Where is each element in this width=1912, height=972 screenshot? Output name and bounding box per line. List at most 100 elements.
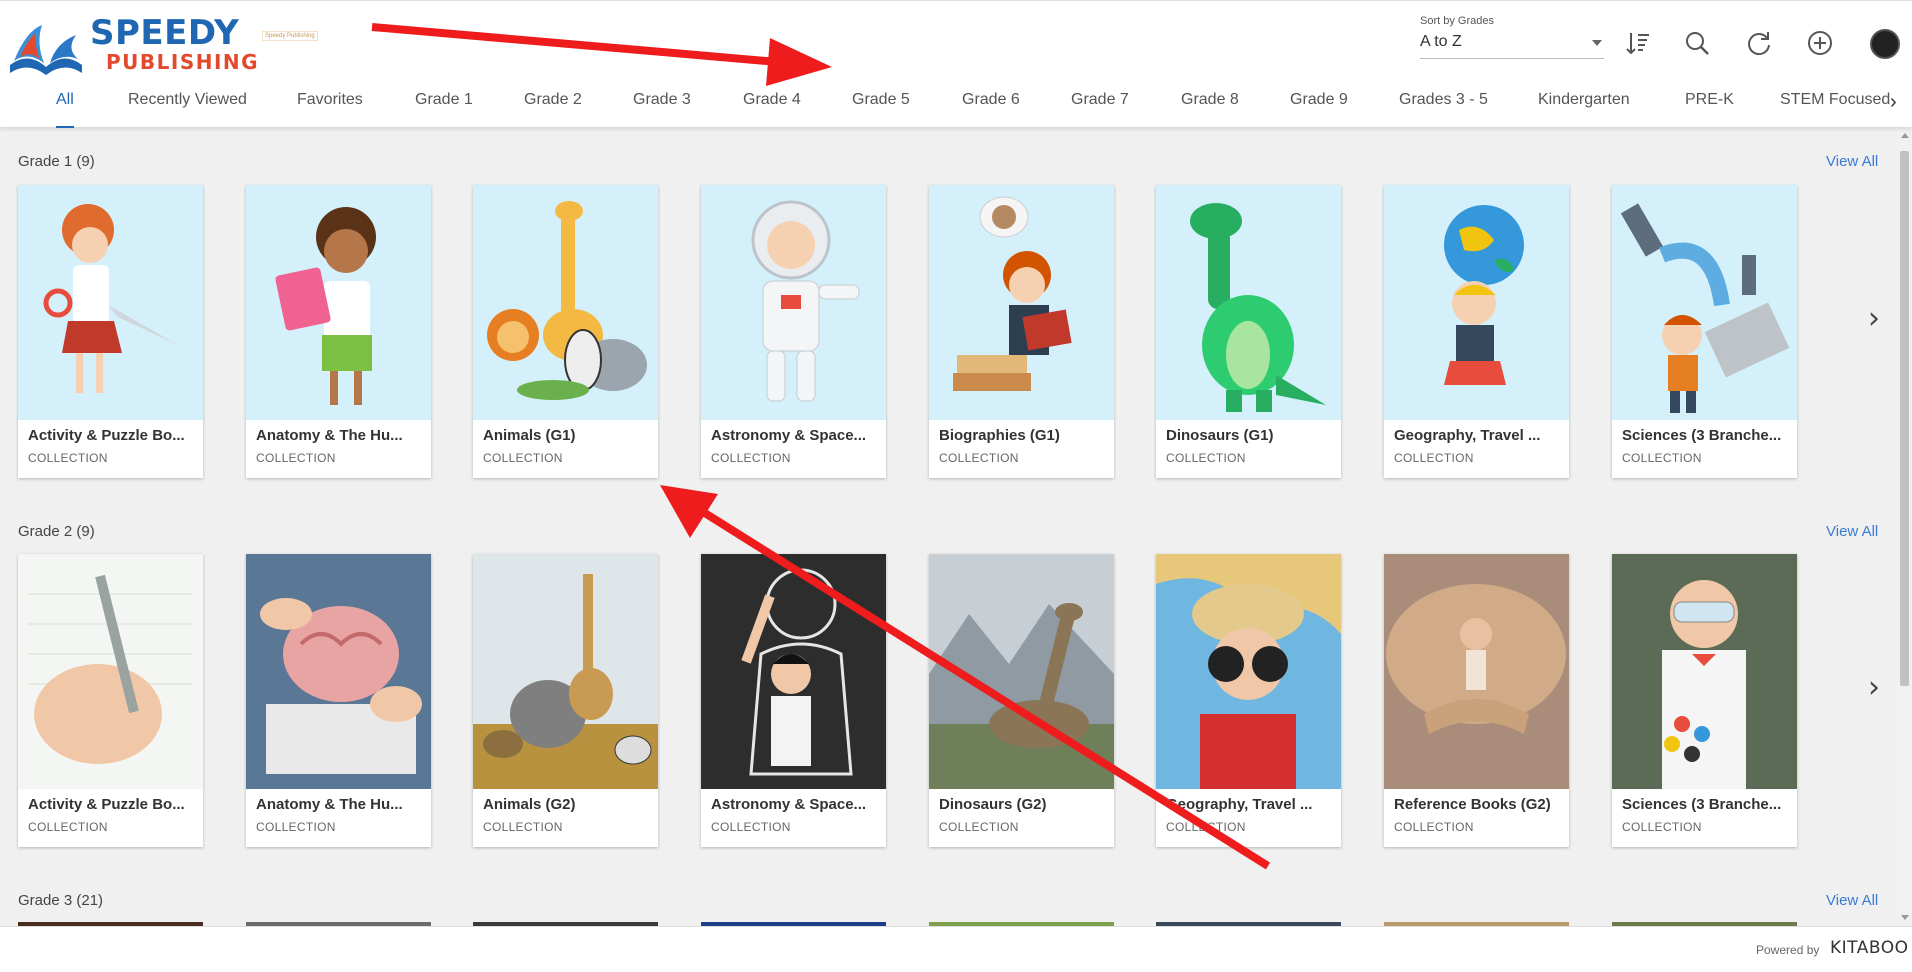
card-title: Geography, Travel ... — [1166, 796, 1313, 813]
tab-grade-3[interactable]: Grade 3 — [633, 91, 691, 128]
card-title: Dinosaurs (G2) — [939, 796, 1047, 813]
tab-recently-viewed[interactable]: Recently Viewed — [128, 91, 247, 128]
tab-grade-9[interactable]: Grade 9 — [1290, 91, 1348, 128]
collection-card[interactable]: Anatomy & The Hu... COLLECTION — [246, 554, 431, 847]
card-type: COLLECTION — [939, 820, 1019, 834]
card-type: COLLECTION — [1622, 451, 1702, 465]
collection-card[interactable]: Astronomy & Space... COLLECTION — [701, 185, 886, 478]
card-title: Astronomy & Space... — [711, 427, 867, 444]
collection-card[interactable]: Activity & Puzzle Bo... COLLECTION — [18, 554, 203, 847]
tab-grade-5[interactable]: Grade 5 — [852, 91, 910, 128]
cover-image-hand-pencil — [18, 554, 203, 789]
tab-grade-1[interactable]: Grade 1 — [415, 91, 473, 128]
card-title: Sciences (3 Branche... — [1622, 427, 1782, 444]
collection-card[interactable]: Animals (G1) COLLECTION — [473, 185, 658, 478]
scroll-down-icon[interactable] — [1901, 915, 1909, 920]
tab-grades-3-5[interactable]: Grades 3 - 5 — [1399, 91, 1488, 128]
tab-grade-7[interactable]: Grade 7 — [1071, 91, 1129, 128]
card-title: Animals (G2) — [483, 796, 576, 813]
cover-image-savanna-animals — [473, 554, 658, 789]
tab-favorites[interactable]: Favorites — [297, 91, 363, 128]
section-title: Grade 3 (21) — [18, 892, 104, 909]
cover-image-girl-scissors — [18, 185, 203, 420]
card-title: Geography, Travel ... — [1394, 427, 1541, 444]
sort-dropdown[interactable]: Sort by Grades A to Z — [1420, 15, 1604, 59]
cover-image-microscope — [1612, 185, 1797, 420]
card-type: COLLECTION — [711, 820, 791, 834]
footer: Powered by KITABOO — [0, 926, 1912, 972]
card-title: Astronomy & Space... — [711, 796, 867, 813]
logo-line-1: SPEEDY — [90, 13, 240, 53]
cover-image-dinosaur-landscape — [929, 554, 1114, 789]
sort-label: Sort by Grades — [1420, 15, 1494, 27]
collection-card[interactable]: Anatomy & The Hu... COLLECTION — [246, 185, 431, 478]
tab-grade-8[interactable]: Grade 8 — [1181, 91, 1239, 128]
scroll-up-icon[interactable] — [1901, 133, 1909, 138]
kitaboo-logo: KITABOO — [1830, 938, 1909, 958]
card-type: COLLECTION — [256, 451, 336, 465]
collection-card[interactable]: Biographies (G1) COLLECTION — [929, 185, 1114, 478]
card-type: COLLECTION — [1394, 820, 1474, 834]
card-title: Animals (G1) — [483, 427, 576, 444]
collection-card[interactable]: Dinosaurs (G1) COLLECTION — [1156, 185, 1341, 478]
collection-card[interactable]: Animals (G2) COLLECTION — [473, 554, 658, 847]
collection-card[interactable]: Geography, Travel ... COLLECTION — [1384, 185, 1569, 478]
card-title: Reference Books (G2) — [1394, 796, 1551, 813]
logo-line-2: PUBLISHING — [106, 50, 260, 74]
collection-card[interactable]: Sciences (3 Branche... COLLECTION — [1612, 554, 1797, 847]
cover-image-astronaut — [701, 185, 886, 420]
card-title: Activity & Puzzle Bo... — [28, 796, 185, 813]
card-type: COLLECTION — [256, 820, 336, 834]
collection-card[interactable]: Reference Books (G2) COLLECTION — [1384, 554, 1569, 847]
card-type: COLLECTION — [1166, 451, 1246, 465]
vertical-scrollbar[interactable] — [1897, 127, 1912, 926]
tab-kindergarten[interactable]: Kindergarten — [1538, 91, 1630, 128]
collection-card[interactable]: Geography, Travel ... COLLECTION — [1156, 554, 1341, 847]
tab-grade-4[interactable]: Grade 4 — [743, 91, 801, 128]
cover-image-animals — [473, 185, 658, 420]
chevron-right-icon[interactable]: › — [1868, 670, 1880, 705]
sort-select[interactable]: A to Z — [1420, 33, 1604, 59]
view-all-link[interactable]: View All — [1826, 153, 1878, 170]
card-title: Anatomy & The Hu... — [256, 796, 403, 813]
tab-stem-focused[interactable]: STEM Focused — [1780, 91, 1890, 128]
tab-pre-k[interactable]: PRE-K — [1685, 91, 1734, 128]
card-title: Dinosaurs (G1) — [1166, 427, 1274, 444]
speedy-publishing-logo[interactable]: SPEEDY PUBLISHING — [6, 15, 258, 77]
cover-image-globe-girl — [1384, 185, 1569, 420]
card-type: COLLECTION — [939, 451, 1019, 465]
card-title: Biographies (G1) — [939, 427, 1060, 444]
view-all-link[interactable]: View All — [1826, 523, 1878, 540]
chevron-right-icon[interactable]: › — [1890, 91, 1897, 114]
view-all-link[interactable]: View All — [1826, 892, 1878, 909]
sort-order-icon[interactable] — [1624, 29, 1652, 57]
avatar[interactable] — [1870, 29, 1900, 59]
collection-card[interactable]: Astronomy & Space... COLLECTION — [701, 554, 886, 847]
partner-logo: Speedy Publishing — [262, 31, 318, 41]
collection-card[interactable]: Sciences (3 Branche... COLLECTION — [1612, 185, 1797, 478]
collection-card[interactable]: Activity & Puzzle Bo... COLLECTION — [18, 185, 203, 478]
section-title: Grade 2 (9) — [18, 523, 95, 540]
cover-image-dinosaur — [1156, 185, 1341, 420]
add-icon[interactable] — [1806, 29, 1834, 57]
search-icon[interactable] — [1683, 29, 1711, 57]
refresh-icon[interactable] — [1745, 29, 1773, 57]
cover-image-anatomy-model — [246, 554, 431, 789]
sort-value: A to Z — [1420, 33, 1462, 50]
card-type: COLLECTION — [28, 820, 108, 834]
card-type: COLLECTION — [1166, 820, 1246, 834]
card-type: COLLECTION — [28, 451, 108, 465]
cover-image-boy-reading — [929, 185, 1114, 420]
card-title: Sciences (3 Branche... — [1622, 796, 1782, 813]
book-logo-icon — [10, 25, 82, 75]
cover-image-binoculars-kid — [1156, 554, 1341, 789]
card-title: Anatomy & The Hu... — [256, 427, 403, 444]
tab-grade-2[interactable]: Grade 2 — [524, 91, 582, 128]
cover-image-chalk-astronaut — [701, 554, 886, 789]
collection-card[interactable]: Dinosaurs (G2) COLLECTION — [929, 554, 1114, 847]
tab-grade-6[interactable]: Grade 6 — [962, 91, 1020, 128]
chevron-right-icon[interactable]: › — [1868, 301, 1880, 336]
scrollbar-thumb[interactable] — [1900, 151, 1909, 686]
tab-all[interactable]: All — [56, 91, 74, 128]
collections-content[interactable]: Grade 1 (9) View All Activity & Puzzle B… — [0, 127, 1897, 926]
